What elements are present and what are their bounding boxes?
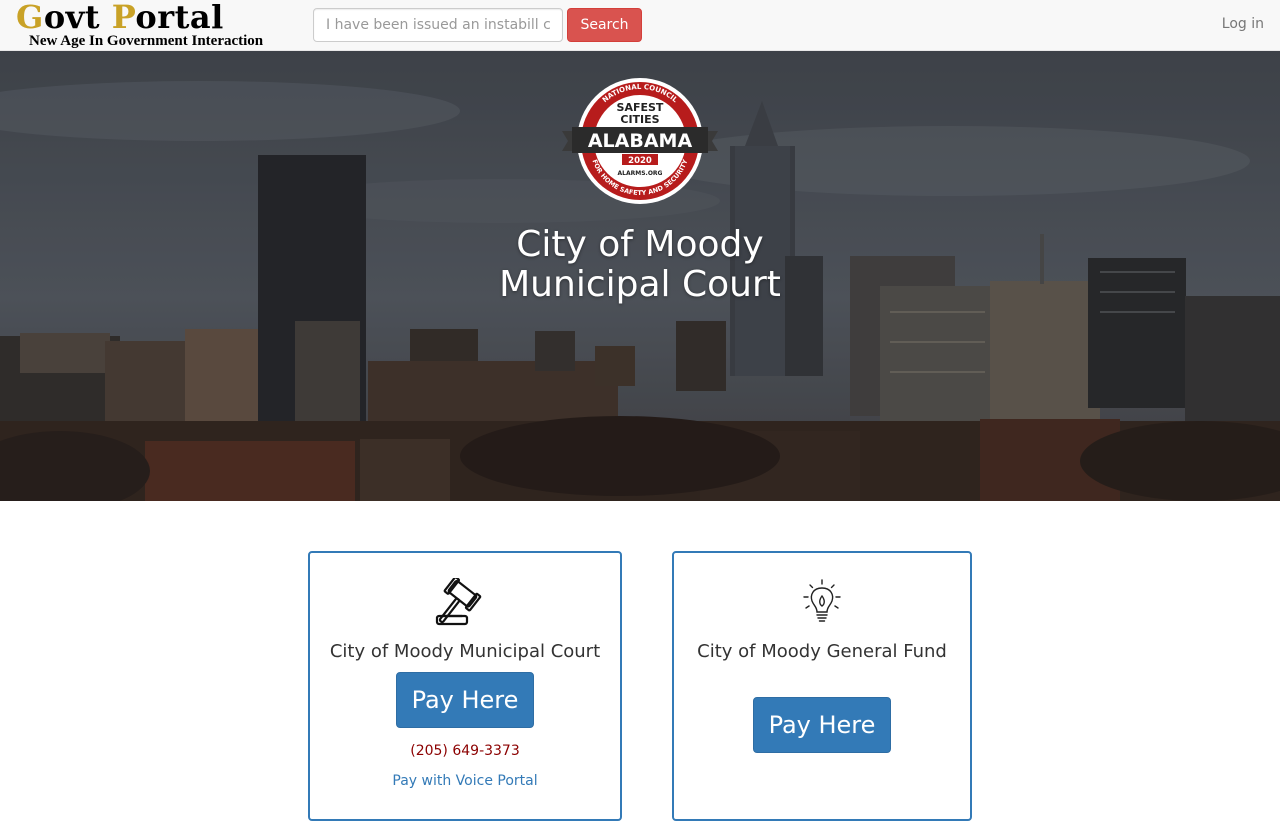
card-title: City of Moody General Fund [697,641,947,662]
badge-banner: ALABAMA [588,130,693,152]
page-title: City of Moody Municipal Court [499,224,781,305]
pay-here-button[interactable]: Pay Here [752,697,892,753]
search-input[interactable] [313,8,563,42]
lightbulb-icon [803,579,841,622]
payment-card-municipal-court: City of Moody Municipal Court Pay Here (… [308,551,622,821]
badge-year: 2020 [628,156,652,166]
brand-subtitle: New Age In Government Interaction [29,33,264,49]
badge-line2: CITIES [620,113,659,126]
pay-here-button[interactable]: Pay Here [395,672,535,728]
safest-cities-badge: NATIONAL COUNCIL FOR HOME SAFETY AND SEC… [562,78,718,204]
phone-number: (205) 649-3373 [410,743,520,759]
top-navbar: Govt Portal New Age In Government Intera… [0,0,1280,51]
brand-title: Govt Portal [16,0,224,36]
payment-card-general-fund: City of Moody General Fund Pay Here [672,551,972,821]
search-button[interactable]: Search [567,8,642,42]
login-link[interactable]: Log in [1222,16,1264,32]
voice-portal-link[interactable]: Pay with Voice Portal [310,771,620,791]
badge-site: ALARMS.ORG [618,170,663,177]
site-logo[interactable]: Govt Portal New Age In Government Intera… [16,0,264,49]
gavel-icon [435,578,482,626]
card-title: City of Moody Municipal Court [329,641,601,662]
hero-banner: NATIONAL COUNCIL FOR HOME SAFETY AND SEC… [0,51,1280,501]
